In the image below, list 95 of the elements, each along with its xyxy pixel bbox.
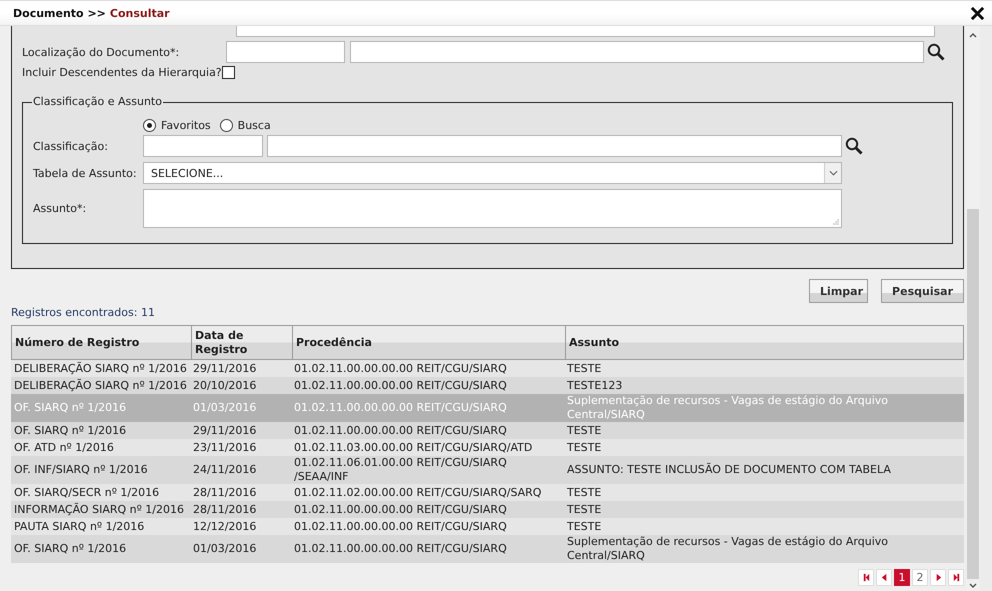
table-row[interactable]: OF. SIARQ nº 1/2016 01/03/2016 01.02.11.00.00.00.00 REIT/CGU/SIARQ Suplementação de recursos - Vagas de estágio do Arquivo Central/SIARQ <box>11 535 964 563</box>
table-cell-text: 01.02.11.00.00.00.00 REIT/CGU/SIARQ <box>293 362 508 376</box>
dropdown-button[interactable] <box>824 163 841 183</box>
table-row[interactable]: OF. SIARQ nº 1/2016 29/11/2016 01.02.11.00.00.00.00 REIT/CGU/SIARQ TESTE <box>11 422 964 439</box>
table-cell-text: 01.02.11.00.00.00.00 REIT/CGU/SIARQ <box>293 542 508 556</box>
page-number[interactable]: 1 <box>894 569 910 586</box>
previous-page-icon <box>880 573 888 582</box>
table-cell-text: OF. SIARQ/SECR nº 1/2016 <box>13 486 160 500</box>
table-row[interactable]: INFORMAÇÃO SIARQ nº 1/2016 28/11/2016 01.02.11.00.00.00.00 REIT/CGU/SIARQ TESTE <box>11 501 964 518</box>
table-cell-text: 24/11/2016 <box>192 463 258 477</box>
group-legend: Classificação e Assunto <box>32 95 163 108</box>
radio-button[interactable] <box>220 119 233 132</box>
table-cell-text: OF. ATD nº 1/2016 <box>13 440 115 454</box>
table-row[interactable]: PAUTA SIARQ nº 1/2016 12/12/2016 01.02.11.00.00.00.00 REIT/CGU/SIARQ TESTE <box>11 518 964 535</box>
table-cell-text: TESTE <box>566 362 602 376</box>
scroll-up-icon[interactable] <box>969 32 977 38</box>
table-cell-text: OF. SIARQ nº 1/2016 <box>13 424 128 438</box>
table-cell-text: 28/11/2016 <box>192 486 258 500</box>
table-cell-text: Suplementação de recursos - Vagas de estágio do Arquivo Central/SIARQ <box>566 394 890 422</box>
table-cell-text: 01.02.11.03.00.00.00 REIT/CGU/SIARQ/ATD <box>293 440 534 454</box>
input-field[interactable] <box>267 135 842 157</box>
column-header[interactable]: Data de Registro <box>191 326 292 359</box>
field-label: Incluir Descendentes da Hierarquia? <box>22 66 222 79</box>
table-cell-text: 01.02.11.00.00.00.00 REIT/CGU/SIARQ <box>293 378 508 392</box>
button[interactable]: Limpar <box>809 279 868 303</box>
table-cell-text: DELIBERAÇÃO SIARQ nº 1/2016 <box>13 362 188 376</box>
table-cell-text: INFORMAÇÃO SIARQ nº 1/2016 <box>13 502 185 516</box>
table-cell-text: TESTE123 <box>566 378 624 392</box>
table-cell-text: 01/03/2016 <box>192 401 258 415</box>
table-cell-text: 12/12/2016 <box>192 520 258 534</box>
radio-button[interactable] <box>143 119 156 132</box>
radio-label[interactable]: Favoritos <box>161 119 211 132</box>
table-cell-text: 01.02.11.00.00.00.00 REIT/CGU/SIARQ <box>293 502 508 516</box>
table-cell-text: 20/10/2016 <box>192 378 258 392</box>
table-cell-text: 23/11/2016 <box>192 440 258 454</box>
table-cell-text: ASSUNTO: TESTE INCLUSÃO DE DOCUMENTO COM TABELA <box>566 463 892 477</box>
select-value: SELECIONE... <box>151 166 224 180</box>
table-cell-text: 01.02.11.00.00.00.00 REIT/CGU/SIARQ <box>293 424 508 438</box>
column-header[interactable]: Número de Registro <box>12 326 191 359</box>
resize-grip-icon[interactable] <box>833 219 839 225</box>
column-header[interactable]: Assunto <box>565 326 963 359</box>
page-number[interactable]: 2 <box>912 569 928 586</box>
first-page-icon <box>862 573 870 582</box>
input-field[interactable] <box>226 41 345 63</box>
column-header[interactable]: Procedência <box>292 326 565 359</box>
checkbox[interactable] <box>222 66 235 79</box>
table-cell-text: 29/11/2016 <box>192 424 258 438</box>
table-cell-text: OF. SIARQ nº 1/2016 <box>13 542 128 556</box>
table-cell-text: DELIBERAÇÃO SIARQ nº 1/2016 <box>13 378 188 392</box>
select-dropdown[interactable]: SELECIONE... <box>143 162 842 184</box>
caret-icon <box>828 170 838 176</box>
field-label: Tabela de Assunto: <box>33 166 138 180</box>
table-row[interactable]: OF. SIARQ/SECR nº 1/2016 28/11/2016 01.02.11.02.00.00.00 REIT/CGU/SIARQ/SARQ TESTE <box>11 484 964 501</box>
breadcrumb-text: Documento >> <box>13 6 106 20</box>
table-row[interactable]: OF. ATD nº 1/2016 23/11/2016 01.02.11.03.00.00.00 REIT/CGU/SIARQ/ATD TESTE <box>11 439 964 456</box>
table-cell-text: 28/11/2016 <box>192 502 258 516</box>
table-cell-text: TESTE <box>566 520 602 534</box>
scroll-down-icon[interactable] <box>969 583 977 589</box>
table-cell-text: 01.02.11.00.00.00.00 REIT/CGU/SIARQ <box>293 520 508 534</box>
last-page-button[interactable] <box>948 569 964 586</box>
table-cell-text: 01.02.11.06.01.00.00 REIT/CGU/SIARQ /SEAA/INF <box>293 456 508 484</box>
table-cell-text: TESTE <box>566 424 602 438</box>
table-cell-text: OF. SIARQ nº 1/2016 <box>13 401 128 415</box>
search-icon[interactable] <box>845 137 863 155</box>
table-row[interactable]: DELIBERAÇÃO SIARQ nº 1/2016 20/10/2016 01.02.11.00.00.00.00 REIT/CGU/SIARQ TESTE123 <box>11 377 964 394</box>
input-field[interactable] <box>350 41 924 63</box>
table-cell-text: TESTE <box>566 440 602 454</box>
table-cell-text: 01.02.11.00.00.00.00 REIT/CGU/SIARQ <box>293 401 508 415</box>
close-icon[interactable] <box>970 6 985 20</box>
scrollbar-thumb[interactable] <box>967 209 979 579</box>
table-cell-text: OF. INF/SIARQ nº 1/2016 <box>13 463 149 477</box>
previous-page-button[interactable] <box>876 569 892 586</box>
table-cell-text: 29/11/2016 <box>192 362 258 376</box>
table-cell-text: Suplementação de recursos - Vagas de estágio do Arquivo Central/SIARQ <box>566 535 890 563</box>
table-cell-text: 01/03/2016 <box>192 542 258 556</box>
scrollbar[interactable] <box>966 26 980 591</box>
table-cell-text: TESTE <box>566 502 602 516</box>
table-cell-text: PAUTA SIARQ nº 1/2016 <box>13 520 146 534</box>
field-label: Assunto*: <box>33 202 88 215</box>
radio-label[interactable]: Busca <box>238 119 271 132</box>
input-field[interactable] <box>143 135 263 157</box>
first-page-button[interactable] <box>858 569 874 586</box>
page-title: Consultar <box>110 6 170 20</box>
table-row[interactable]: OF. INF/SIARQ nº 1/2016 24/11/2016 01.02.11.06.01.00.00 REIT/CGU/SIARQ /SEAA/INF ASSUNTO: TESTE INCLUSÃO DE DOCUMENTO COM TABELA <box>11 456 964 484</box>
last-page-icon <box>952 573 960 582</box>
button[interactable]: Pesquisar <box>881 279 964 303</box>
field-label: Classificação: <box>33 140 109 152</box>
results-count: Registros encontrados: 11 <box>11 306 156 320</box>
field-label: Localização do Documento*: <box>22 46 180 58</box>
next-page-button[interactable] <box>930 569 946 586</box>
search-icon[interactable] <box>927 43 945 61</box>
table-cell-text: 01.02.11.02.00.00.00 REIT/CGU/SIARQ/SARQ <box>293 486 542 500</box>
next-page-icon <box>934 573 942 582</box>
table-row[interactable]: DELIBERAÇÃO SIARQ nº 1/2016 29/11/2016 01.02.11.00.00.00.00 REIT/CGU/SIARQ TESTE <box>11 360 964 377</box>
table-cell-text: TESTE <box>566 486 602 500</box>
